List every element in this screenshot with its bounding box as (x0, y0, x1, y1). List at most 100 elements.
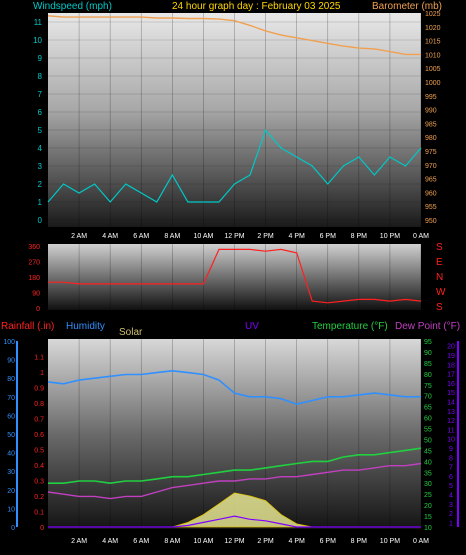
barometer-tick-label: 970 (425, 163, 437, 170)
windspeed-axis-title: Windspeed (mph) (33, 1, 112, 12)
temperature-tick-label: 10 (424, 525, 432, 532)
dewpoint-tick-label: 20 (447, 344, 455, 351)
humidity-tick-label: 30 (7, 469, 15, 476)
direction-tick-label: 270 (28, 260, 40, 267)
barometer-tick-label: 965 (425, 177, 437, 184)
rainfall-tick-label: 0.4 (34, 463, 44, 470)
time-tick-label: 8 AM (164, 538, 180, 545)
windspeed-tick-label: 6 (38, 108, 43, 117)
dewpoint-tick-label: 5 (449, 483, 453, 490)
time-tick-label: 6 PM (320, 233, 337, 240)
barometer-tick-label: 960 (425, 190, 437, 197)
humidity-tick-label: 100 (3, 339, 15, 346)
time-tick-label: 2 PM (257, 538, 274, 545)
time-tick-label: 12 PM (224, 233, 244, 240)
rainfall-tick-label: 0.3 (34, 479, 44, 486)
rainfall-tick-label: 0.6 (34, 432, 44, 439)
rainfall-tick-label: 1 (40, 370, 44, 377)
rainfall-tick-label: 1.1 (34, 355, 44, 362)
windspeed-tick-label: 11 (34, 18, 43, 27)
dewpoint-tick-label: 14 (447, 399, 455, 406)
compass-label: S (436, 302, 443, 313)
dewpoint-tick-label: 11 (447, 427, 454, 434)
humidity-tick-label: 10 (7, 506, 15, 513)
windspeed-tick-label: 7 (38, 90, 43, 99)
barometer-tick-label: 985 (425, 121, 437, 128)
windspeed-tick-label: 10 (33, 36, 42, 45)
solar-label: Solar (119, 327, 143, 338)
dewpoint-label: Dew Point (°F) (395, 321, 460, 332)
humidity-tick-label: 60 (7, 413, 15, 420)
temperature-tick-label: 50 (424, 437, 432, 444)
temperature-tick-label: 90 (424, 350, 432, 357)
dewpoint-tick-label: 8 (449, 455, 453, 462)
barometer-tick-label: 980 (425, 135, 437, 142)
rainfall-tick-label: 0 (40, 525, 44, 532)
windspeed-tick-label: 4 (38, 144, 43, 153)
dewpoint-tick-label: 7 (449, 465, 453, 472)
temperature-tick-label: 75 (424, 383, 432, 390)
time-tick-label: 8 AM (164, 233, 180, 240)
rainfall-tick-label: 0.2 (34, 494, 44, 501)
humidity-tick-label: 0 (11, 525, 15, 532)
windspeed-tick-label: 0 (38, 216, 43, 225)
time-tick-label: 6 AM (133, 233, 149, 240)
time-tick-label: 2 AM (71, 538, 87, 545)
rainfall-tick-label: 0.1 (34, 510, 44, 517)
time-tick-label: 10 AM (193, 233, 213, 240)
humidity-tick-label: 50 (7, 432, 15, 439)
windspeed-tick-label: 5 (38, 126, 43, 135)
temperature-tick-label: 20 (424, 503, 432, 510)
temperature-tick-label: 40 (424, 459, 432, 466)
direction-tick-label: 360 (28, 244, 40, 251)
dewpoint-tick-label: 3 (449, 502, 453, 509)
time-tick-label: 2 AM (71, 233, 87, 240)
dewpoint-tick-label: 19 (447, 353, 455, 360)
temperature-tick-label: 45 (424, 448, 432, 455)
time-tick-label: 12 PM (224, 538, 244, 545)
temperature-tick-label: 95 (424, 339, 432, 346)
rainfall-tick-label: 0.9 (34, 386, 44, 393)
humidity-tick-label: 90 (7, 358, 15, 365)
barometer-tick-label: 1000 (425, 80, 441, 87)
dewpoint-tick-label: 16 (447, 381, 455, 388)
chart-title: 24 hour graph day : February 03 2025 (172, 1, 341, 12)
dewpoint-tick-label: 18 (447, 362, 455, 369)
dewpoint-tick-label: 2 (449, 511, 453, 518)
time-tick-label: 0 AM (413, 233, 429, 240)
time-tick-label: 8 PM (351, 538, 368, 545)
temperature-tick-label: 30 (424, 481, 432, 488)
time-tick-label: 6 PM (320, 538, 337, 545)
time-tick-label: 8 PM (351, 233, 368, 240)
time-tick-label: 10 AM (193, 538, 213, 545)
barometer-tick-label: 1005 (425, 66, 441, 73)
time-tick-label: 6 AM (133, 538, 149, 545)
dewpoint-tick-label: 9 (449, 446, 453, 453)
rainfall-tick-label: 0.8 (34, 401, 44, 408)
compass-label: E (436, 257, 443, 268)
dewpoint-tick-label: 17 (447, 372, 455, 379)
compass-label: W (436, 287, 446, 298)
time-tick-label: 4 PM (288, 233, 305, 240)
humidity-tick-label: 80 (7, 376, 15, 383)
barometer-tick-label: 1010 (425, 52, 441, 59)
time-tick-label: 4 PM (288, 538, 305, 545)
humidity-tick-label: 70 (7, 395, 15, 402)
time-tick-label: 2 PM (257, 233, 274, 240)
dewpoint-tick-label: 12 (447, 418, 455, 425)
uv-label: UV (245, 321, 259, 332)
windspeed-tick-label: 1 (38, 198, 43, 207)
dewpoint-tick-label: 6 (449, 474, 453, 481)
graph-canvas: Windspeed (mph) 24 hour graph day : Febr… (1, 1, 460, 545)
rainfall-tick-label: 0.7 (34, 417, 44, 424)
dewpoint-tick-label: 15 (447, 390, 455, 397)
temperature-label: Temperature (°F) (312, 321, 388, 332)
time-tick-label: 0 AM (413, 538, 429, 545)
compass-label: S (436, 242, 443, 253)
barometer-tick-label: 990 (425, 108, 437, 115)
barometer-tick-label: 995 (425, 94, 437, 101)
temperature-tick-label: 60 (424, 416, 432, 423)
time-tick-label: 4 AM (102, 233, 118, 240)
dewpoint-tick-label: 1 (449, 520, 453, 527)
dewpoint-tick-label: 4 (449, 492, 453, 499)
